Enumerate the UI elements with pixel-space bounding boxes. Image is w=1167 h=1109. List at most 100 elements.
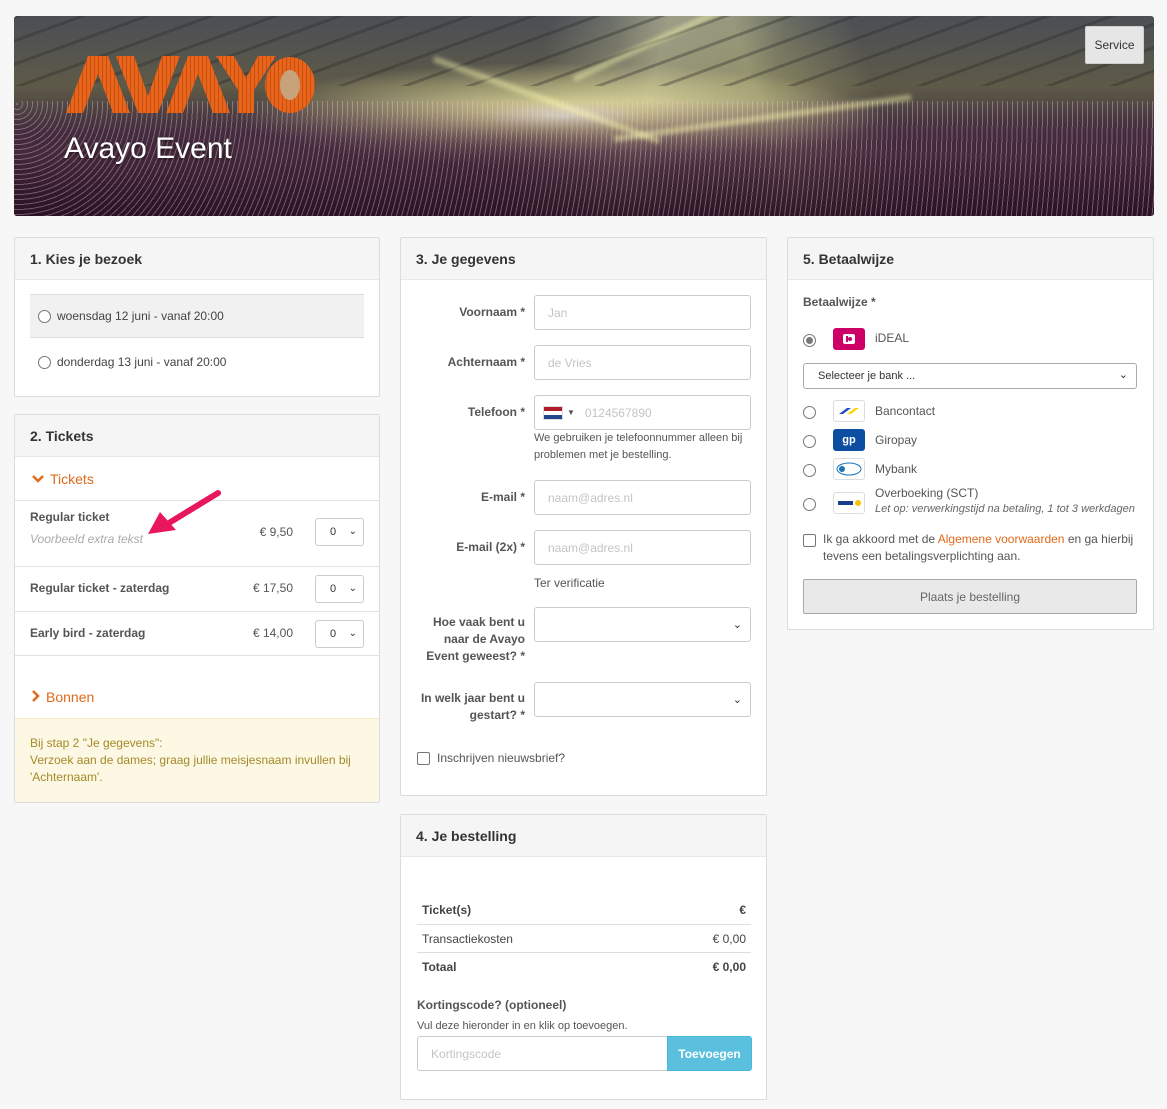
terms-text: Ik ga akkoord met de Algemene voorwaarde…: [823, 531, 1137, 565]
add-discount-button[interactable]: Toevoegen: [667, 1036, 752, 1071]
label-line: Event geweest? *: [426, 649, 525, 663]
quantity-value: 0: [330, 583, 337, 595]
row-value: € 0,00: [712, 932, 746, 946]
quantity-value: 0: [330, 526, 337, 538]
newsletter-checkbox[interactable]: [417, 751, 430, 765]
email-confirm-placeholder: naam@adres.nl: [548, 540, 633, 555]
notice-line: Verzoek aan de dames; graag jullie meisj…: [30, 753, 351, 767]
table-row: Ticket(s) €: [417, 896, 751, 924]
chevron-down-icon: ⌄: [348, 628, 357, 639]
label-line: gestart? *: [469, 708, 525, 722]
quantity-select[interactable]: 0 ⌄: [315, 575, 364, 603]
payment-option-mybank[interactable]: Mybank: [803, 458, 1138, 482]
chevron-down-icon: ⌄: [348, 583, 357, 594]
label-line: Hoe vaak bent u: [432, 615, 525, 629]
notice-line: Bij stap 2 "Je gegevens":: [30, 736, 163, 750]
ticket-row: Regular ticket - zaterdag € 17,50 0 ⌄: [15, 566, 379, 611]
jaar-select[interactable]: ⌄: [534, 682, 751, 717]
payment-name: Overboeking (SCT): [875, 486, 979, 500]
sepa-icon: [833, 492, 865, 514]
notice-line: 'Achternaam'.: [30, 770, 103, 784]
radio-button[interactable]: [803, 406, 816, 419]
payment-option-bancontact[interactable]: Bancontact: [803, 400, 1138, 424]
row-label: Transactiekosten: [422, 932, 513, 946]
payment-panel-title: 5. Betaalwijze: [788, 238, 1153, 280]
row-label: Ticket(s): [422, 903, 472, 917]
event-title: Avayo Event: [64, 132, 232, 165]
payment-name: Giropay: [875, 433, 918, 447]
radio-button[interactable]: [38, 309, 51, 323]
visit-panel-title: 1. Kies je bezoek: [15, 238, 379, 280]
terms-option[interactable]: Ik ga akkoord met de Algemene voorwaarde…: [803, 531, 1137, 565]
caret-down-icon[interactable]: ▼: [567, 408, 575, 417]
header-banner: Avayo Event Service: [14, 16, 1154, 216]
radio-button[interactable]: [803, 498, 816, 511]
avayo-logo: [66, 56, 315, 113]
ideal-icon: [833, 328, 865, 350]
payment-option-sepa[interactable]: Overboeking (SCT) Let op: verwerkingstij…: [803, 486, 1138, 516]
jaar-label: In welk jaar bent u gestart? *: [421, 690, 525, 724]
payment-name: Mybank: [875, 462, 918, 476]
ticket-note: Voorbeeld extra tekst: [30, 532, 143, 546]
terms-link[interactable]: Algemene voorwaarden: [938, 532, 1065, 546]
visit-option[interactable]: donderdag 13 juni - vanaf 20:00: [30, 340, 364, 384]
chevron-down-icon: ⌄: [1118, 369, 1128, 381]
order-panel-title: 4. Je bestelling: [401, 815, 766, 857]
help-line: We gebruiken je telefoonnummer alleen bi…: [534, 432, 743, 444]
newsletter-option[interactable]: Inschrijven nieuwsbrief?: [417, 751, 565, 765]
visit-option[interactable]: woensdag 12 juni - vanaf 20:00: [30, 294, 364, 338]
tickets-section-toggle[interactable]: Tickets: [32, 471, 94, 487]
radio-button[interactable]: [803, 435, 816, 448]
email-confirm-help: Ter verificatie: [534, 576, 605, 590]
payment-panel: 5. Betaalwijze Betaalwijze * iDEAL Selec…: [787, 237, 1154, 630]
table-row: Totaal € 0,00: [417, 952, 751, 980]
telefoon-input[interactable]: ▼ 0124567890: [534, 395, 751, 430]
quantity-select[interactable]: 0 ⌄: [315, 620, 364, 648]
quantity-value: 0: [330, 628, 337, 640]
order-table: Ticket(s) € Transactiekosten € 0,00 Tota…: [417, 896, 751, 980]
email-input[interactable]: naam@adres.nl: [534, 480, 751, 515]
voornaam-placeholder: Jan: [548, 305, 568, 320]
visit-option-label: donderdag 13 juni - vanaf 20:00: [57, 355, 227, 369]
email-confirm-input[interactable]: naam@adres.nl: [534, 530, 751, 565]
service-button[interactable]: Service: [1085, 26, 1144, 64]
details-panel-title: 3. Je gegevens: [401, 238, 766, 280]
radio-button[interactable]: [803, 334, 816, 347]
quantity-select[interactable]: 0 ⌄: [315, 518, 364, 546]
radio-button[interactable]: [803, 464, 816, 477]
discount-help: Vul deze hieronder in en klik op toevoeg…: [417, 1020, 628, 1032]
discount-placeholder: Kortingscode: [431, 1046, 502, 1061]
terms-line2: tevens een betalingsverplichting aan.: [823, 549, 1021, 563]
annotation-arrow-icon: [148, 490, 221, 534]
ticket-name: Regular ticket: [30, 510, 110, 524]
newsletter-label: Inschrijven nieuwsbrief?: [437, 751, 566, 765]
place-order-button[interactable]: Plaats je bestelling: [803, 579, 1137, 614]
payment-note: Let op: verwerkingstijd na betaling, 1 t…: [875, 503, 1135, 515]
achternaam-input[interactable]: de Vries: [534, 345, 751, 380]
chevron-right-icon: [32, 689, 40, 705]
ticket-price: € 14,00: [252, 626, 293, 640]
chevron-down-icon: ⌄: [732, 619, 742, 631]
terms-pre: Ik ga akkoord met de: [823, 532, 938, 546]
row-label: Totaal: [422, 960, 457, 974]
ticket-row: Early bird - zaterdag € 14,00 0 ⌄: [15, 611, 379, 656]
payment-option-ideal[interactable]: iDEAL: [803, 328, 1138, 352]
netherlands-flag-icon[interactable]: [543, 405, 563, 420]
payment-option-giropay[interactable]: gp Giropay: [803, 429, 1138, 453]
telefoon-placeholder: 0124567890: [584, 405, 652, 420]
terms-checkbox[interactable]: [803, 534, 816, 547]
chevron-down-icon: ⌄: [348, 526, 357, 537]
voornaam-input[interactable]: Jan: [534, 295, 751, 330]
discount-code-input[interactable]: Kortingscode: [417, 1036, 668, 1071]
radio-button[interactable]: [38, 355, 51, 369]
order-panel: 4. Je bestelling Ticket(s) € Transactiek…: [400, 814, 767, 1100]
visit-panel: 1. Kies je bezoek woensdag 12 juni - van…: [14, 237, 380, 397]
table-row: Transactiekosten € 0,00: [417, 924, 751, 952]
email-placeholder: naam@adres.nl: [548, 490, 633, 505]
hoe-vaak-select[interactable]: ⌄: [534, 607, 751, 642]
label-line: naar de Avayo: [443, 632, 525, 646]
bancontact-icon: [833, 400, 865, 422]
ticket-price: € 17,50: [252, 581, 293, 595]
bank-select[interactable]: Selecteer je bank ... ⌄: [803, 363, 1137, 389]
bonnen-section-toggle[interactable]: Bonnen: [32, 689, 94, 705]
